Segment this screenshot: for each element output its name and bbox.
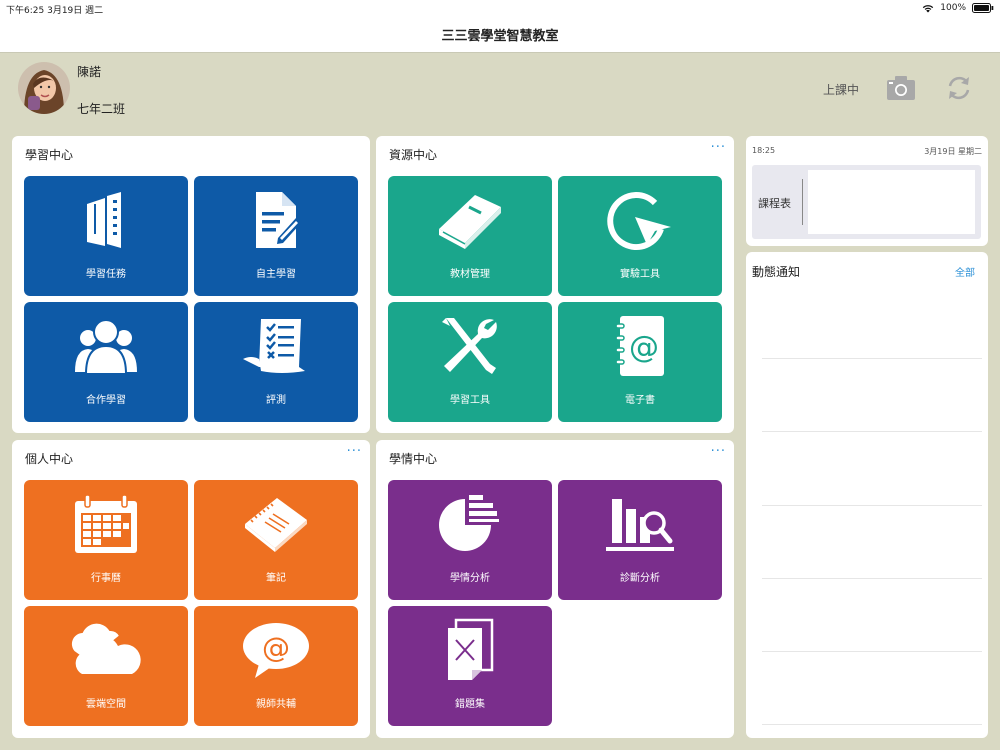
- resource-center-more-button[interactable]: ···: [711, 140, 726, 155]
- tile-label: 電子書: [625, 395, 655, 406]
- status-time: 下午6:25: [6, 6, 45, 16]
- notebook-icon: [245, 498, 307, 552]
- schedule-card: 18:25 3月19日 星期二 課程表: [746, 136, 988, 246]
- tile-self-study[interactable]: 自主學習: [194, 176, 358, 296]
- tile-cloud-space[interactable]: 雲端空間: [24, 606, 188, 726]
- pie-chart-icon: [439, 495, 499, 551]
- tile-notes[interactable]: 筆記: [194, 480, 358, 600]
- learning-center-title: 學習中心: [25, 148, 74, 162]
- user-name: 陳諾: [77, 65, 102, 79]
- bar-chart-magnifier-icon: [606, 499, 674, 551]
- tile-parent-teacher[interactable]: @ 親師共輔: [194, 606, 358, 726]
- tile-label: 雲端空間: [86, 699, 126, 710]
- class-status-label: 上課中: [823, 83, 860, 97]
- status-date: 3月19日 週二: [47, 6, 104, 16]
- notices-all-link[interactable]: 全部: [955, 264, 975, 279]
- cloud-icon: [69, 622, 141, 674]
- resource-center-title: 資源中心: [389, 148, 438, 162]
- avatar-image: [18, 62, 70, 114]
- status-time-date: 下午6:25 3月19日 週二: [6, 3, 103, 16]
- tile-learning-tools[interactable]: 學習工具: [388, 302, 552, 422]
- page-title: 三三雲學堂智慧教室: [441, 29, 559, 44]
- tile-error-collection[interactable]: 錯題集: [388, 606, 552, 726]
- camera-button[interactable]: [886, 75, 916, 101]
- schedule-label: 課程表: [758, 197, 791, 210]
- tile-label: 學情分析: [450, 573, 490, 584]
- schedule-date: 3月19日 星期二: [924, 147, 982, 156]
- tile-assessment[interactable]: 評測: [194, 302, 358, 422]
- calendar-icon: [75, 494, 137, 553]
- avatar[interactable]: [18, 62, 70, 114]
- notice-divider: [762, 505, 982, 506]
- tile-experiment-tools[interactable]: 實驗工具: [558, 176, 722, 296]
- tools-icon: [442, 318, 497, 374]
- refresh-icon: [948, 76, 970, 100]
- document-edit-icon: [256, 192, 301, 248]
- personal-center-card: 個人中心 ··· 行事曆 筆記 雲端空間 @ 親師共輔: [12, 440, 370, 738]
- refresh-button[interactable]: [945, 74, 973, 102]
- tile-label: 自主學習: [256, 269, 296, 280]
- book-icon: [439, 195, 501, 249]
- tile-label: 診斷分析: [620, 573, 660, 584]
- personal-center-title: 個人中心: [25, 452, 74, 466]
- schedule-time: 18:25: [752, 146, 776, 155]
- document-x-icon: [448, 618, 494, 680]
- personal-center-more-button[interactable]: ···: [347, 444, 362, 459]
- checklist-scroll-icon: [243, 319, 305, 373]
- schedule-content: [808, 170, 975, 234]
- battery-percent: 100%: [940, 3, 966, 13]
- tile-label: 評測: [266, 395, 286, 406]
- speech-bubble-at-icon: @: [243, 623, 309, 678]
- learning-center-card: 學習中心 學習任務 自主學習 合作學習 評測: [12, 136, 370, 433]
- resource-center-card: 資源中心 ··· 教材管理 實驗工具 學習工具 @ 電子書: [376, 136, 734, 433]
- title-bar: 三三雲學堂智慧教室: [0, 16, 1000, 53]
- tile-label: 教材管理: [450, 269, 490, 280]
- analytics-center-title: 學情中心: [389, 452, 438, 466]
- tile-label: 錯題集: [455, 699, 485, 710]
- tile-label: 筆記: [266, 573, 286, 584]
- tile-label: 行事曆: [91, 573, 121, 584]
- tile-cooperative-learning[interactable]: 合作學習: [24, 302, 188, 422]
- notice-divider: [762, 431, 982, 432]
- tile-label: 合作學習: [86, 395, 126, 406]
- analytics-center-more-button[interactable]: ···: [711, 444, 726, 459]
- tile-label: 學習任務: [86, 269, 126, 280]
- tile-calendar[interactable]: 行事曆: [24, 480, 188, 600]
- tile-diagnostic-analysis[interactable]: 診斷分析: [558, 480, 722, 600]
- tile-learning-tasks[interactable]: 學習任務: [24, 176, 188, 296]
- circular-arrow-cursor-icon: [607, 192, 671, 250]
- document-pages-icon: [87, 192, 121, 248]
- tile-material-management[interactable]: 教材管理: [388, 176, 552, 296]
- svg-text:@: @: [262, 631, 290, 664]
- notice-divider: [762, 651, 982, 652]
- status-bar: 下午6:25 3月19日 週二 100%: [0, 0, 1000, 16]
- tile-label: 學習工具: [450, 395, 490, 406]
- svg-text:@: @: [629, 330, 659, 365]
- user-class: 七年二班: [77, 102, 126, 116]
- divider: [802, 179, 803, 225]
- notices-card: 動態通知 全部: [746, 252, 988, 738]
- people-group-icon: [75, 319, 137, 375]
- notice-divider: [762, 578, 982, 579]
- tile-label: 親師共輔: [256, 699, 296, 710]
- notice-divider: [762, 358, 982, 359]
- tile-label: 實驗工具: [620, 269, 660, 280]
- address-book-icon: @: [615, 316, 664, 376]
- notice-divider: [762, 724, 982, 725]
- tile-learning-analysis[interactable]: 學情分析: [388, 480, 552, 600]
- battery-icon: [972, 3, 994, 13]
- wifi-icon: [923, 4, 934, 12]
- status-right: 100%: [922, 3, 994, 13]
- schedule-panel[interactable]: 課程表: [752, 165, 981, 239]
- analytics-center-card: 學情中心 ··· 學情分析 診斷分析 錯題集: [376, 440, 734, 738]
- tile-ebook[interactable]: @ 電子書: [558, 302, 722, 422]
- camera-icon: [887, 76, 915, 100]
- notices-title: 動態通知: [752, 265, 801, 279]
